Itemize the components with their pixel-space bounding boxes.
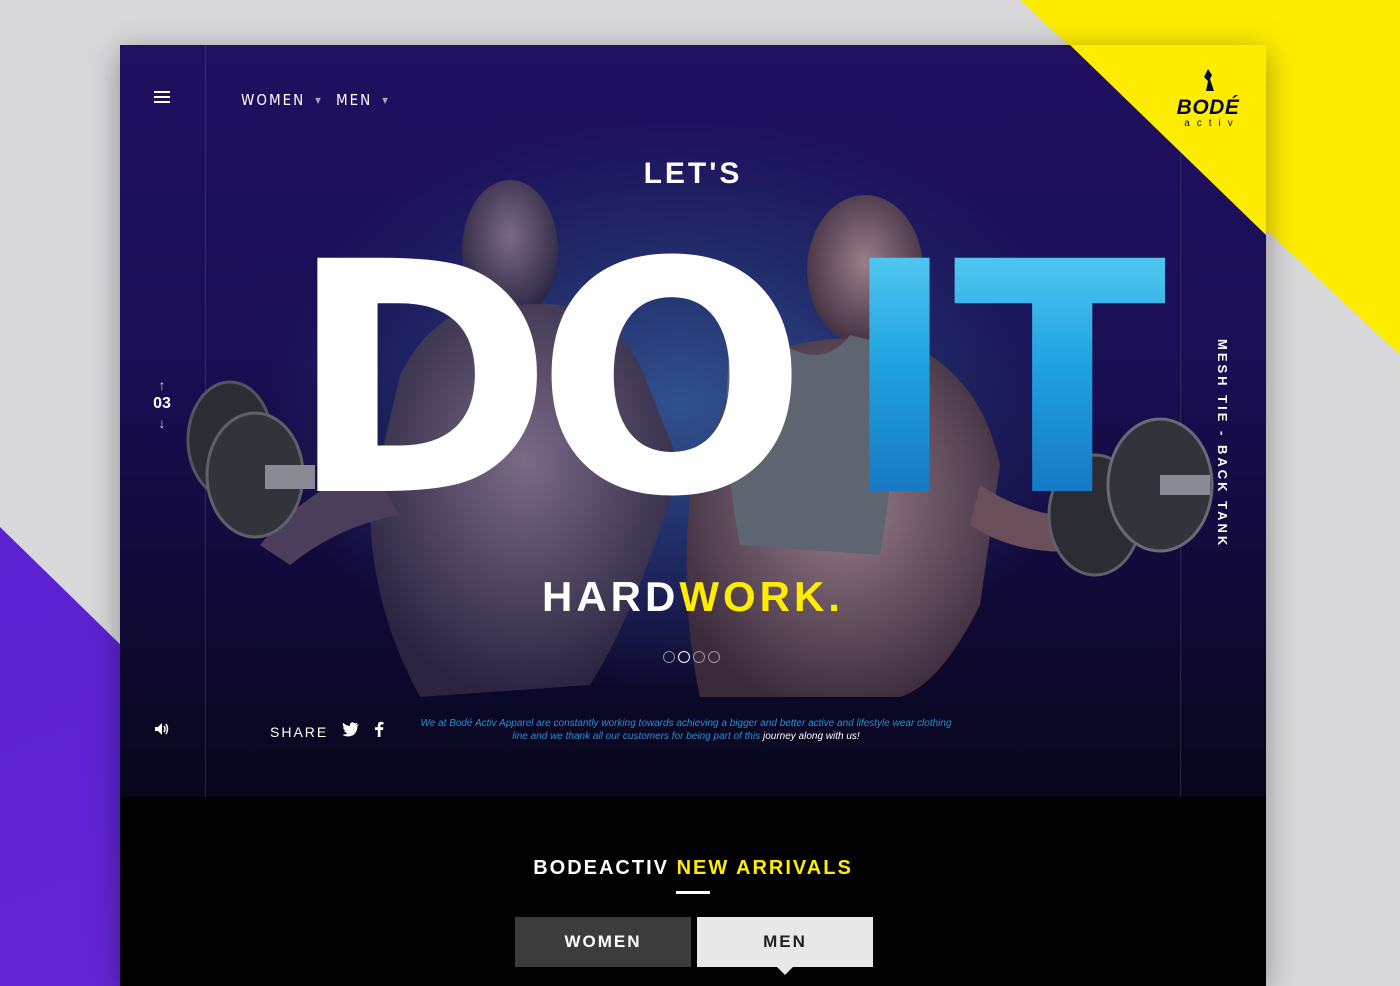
new-arrivals-section: BODEACTIV NEW ARRIVALS WOMEN MEN — [120, 797, 1266, 986]
hero-it: IT — [840, 195, 1171, 567]
arrow-down-icon[interactable]: ↓ — [152, 415, 172, 431]
tab-men[interactable]: MEN — [697, 917, 873, 967]
hero-work: WORK. — [679, 573, 844, 620]
tagline-part2: journey along with us! — [762, 731, 860, 742]
arrivals-brand: BODEACTIV — [533, 857, 669, 879]
slide-dot[interactable] — [708, 651, 720, 663]
slide-counter: ↑ 03 ↓ — [152, 377, 172, 431]
share-label: SHARE — [270, 723, 329, 740]
website-frame: WOMEN ▼ MEN ▼ BODÉ activ LET'S DO IT HAR… — [120, 45, 1266, 986]
hero-do: DO — [288, 195, 808, 567]
slide-dot[interactable] — [663, 651, 675, 663]
logo-word: BODÉ — [1176, 96, 1240, 119]
facebook-icon[interactable] — [374, 721, 384, 742]
nav-men[interactable]: MEN ▼ — [336, 91, 390, 109]
slide-dot-active[interactable] — [678, 651, 690, 663]
menu-icon[interactable] — [154, 91, 170, 105]
arrivals-heading: NEW ARRIVALS — [676, 857, 853, 879]
tab-women[interactable]: WOMEN — [515, 917, 691, 967]
nav-women-label: WOMEN — [241, 91, 306, 109]
share-bar: SHARE — [270, 721, 384, 742]
slide-dots — [663, 651, 720, 663]
caret-down-icon: ▼ — [382, 95, 390, 105]
hero-section: WOMEN ▼ MEN ▼ BODÉ activ LET'S DO IT HAR… — [120, 45, 1266, 797]
slide-dot[interactable] — [693, 651, 705, 663]
product-side-label[interactable]: MESH TIE - BACK TANK — [1215, 339, 1230, 548]
bode-logo[interactable]: BODÉ activ — [1166, 67, 1250, 129]
logo-sub: activ — [1184, 118, 1240, 129]
logo-figure-icon — [1204, 69, 1214, 91]
caret-down-icon: ▼ — [315, 95, 323, 105]
tagline: We at Bodé Activ Apparel are constantly … — [416, 717, 956, 743]
active-tab-pointer — [777, 967, 793, 975]
twitter-icon[interactable] — [342, 721, 360, 742]
hero-hardwork: HARDWORK. — [120, 573, 1266, 621]
tagline-part1: We at Bodé Activ Apparel are constantly … — [420, 718, 952, 742]
hero-lets: LET'S — [643, 157, 743, 190]
nav-men-label: MEN — [336, 91, 373, 109]
volume-icon[interactable] — [154, 722, 170, 739]
hero-hard: HARD — [542, 573, 680, 620]
title-underline — [676, 891, 710, 894]
nav-women[interactable]: WOMEN ▼ — [241, 91, 323, 109]
arrivals-title: BODEACTIV NEW ARRIVALS — [120, 857, 1266, 880]
arrow-up-icon[interactable]: ↑ — [152, 377, 172, 393]
slide-number: 03 — [153, 395, 171, 412]
